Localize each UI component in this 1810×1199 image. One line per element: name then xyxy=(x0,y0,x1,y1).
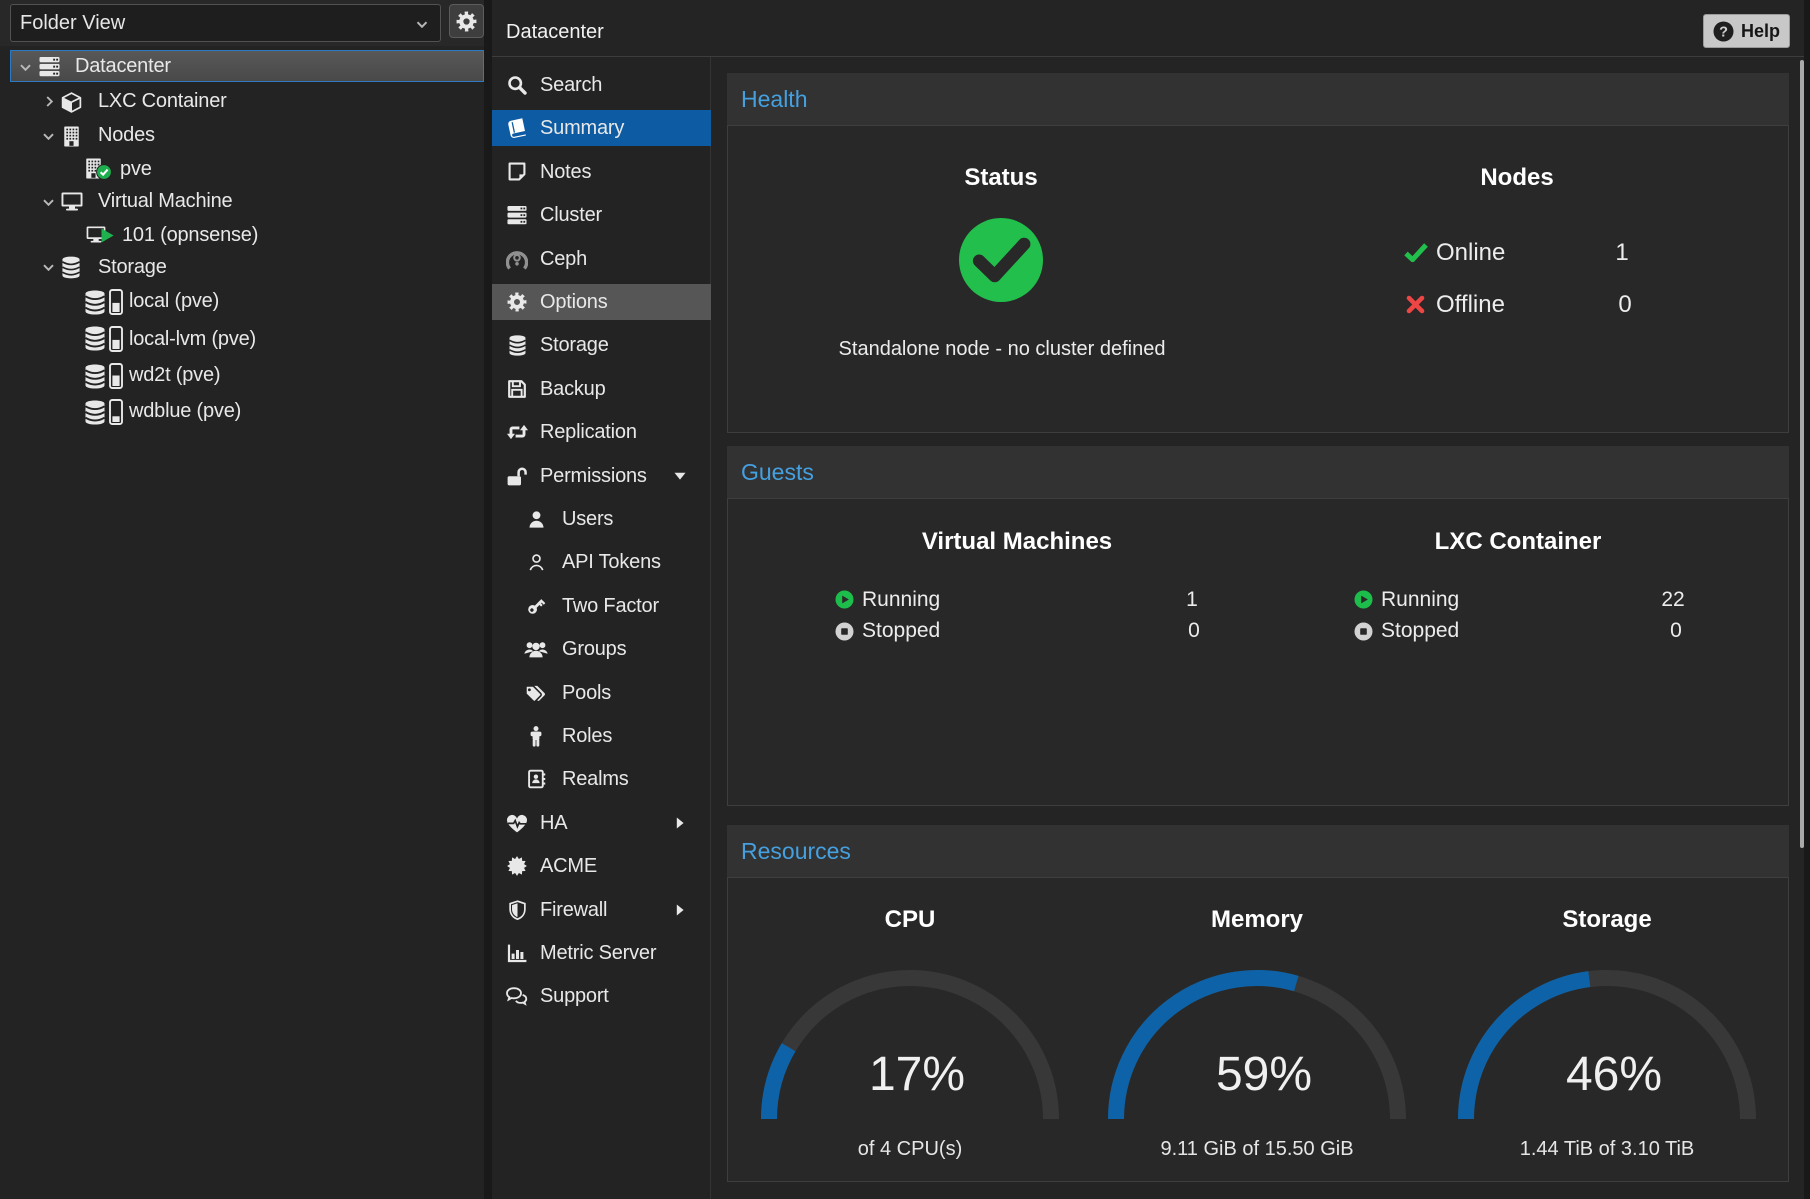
svg-text:?: ? xyxy=(1719,24,1728,40)
